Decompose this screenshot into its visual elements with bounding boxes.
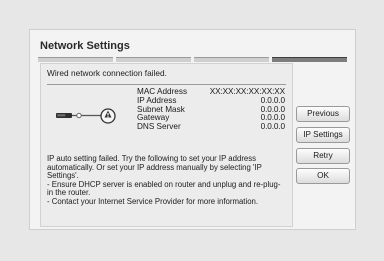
info-row-dns: DNS Server 0.0.0.0: [137, 122, 285, 132]
status-panel: Wired network connection failed. MAC Add…: [40, 63, 293, 227]
progress-step-2: [116, 57, 191, 62]
step-progress: [38, 57, 347, 62]
status-divider: [47, 84, 286, 85]
action-buttons: Previous IP Settings Retry OK: [296, 106, 350, 189]
ok-button[interactable]: OK: [296, 168, 350, 185]
help-line-3: - Contact your Internet Service Provider…: [47, 196, 259, 206]
progress-step-3: [194, 57, 269, 62]
retry-button[interactable]: Retry: [296, 147, 350, 164]
status-text: Wired network connection failed.: [47, 68, 167, 78]
help-line-2: - Ensure DHCP server is enabled on route…: [47, 179, 281, 198]
progress-step-4: [272, 57, 347, 62]
previous-button[interactable]: Previous: [296, 106, 350, 122]
help-message: IP auto setting failed. Try the followin…: [47, 154, 285, 207]
network-failure-icon: [56, 108, 116, 124]
screen: Network Settings Wired network connectio…: [0, 0, 384, 261]
info-value-dns: 0.0.0.0: [260, 122, 285, 132]
connection-info-list: MAC Address XX:XX:XX:XX:XX:XX IP Address…: [137, 87, 285, 132]
progress-step-1: [38, 57, 113, 62]
info-label-dns: DNS Server: [137, 122, 181, 132]
network-settings-dialog: Network Settings Wired network connectio…: [29, 29, 356, 230]
ip-settings-button[interactable]: IP Settings: [296, 126, 350, 143]
dialog-title: Network Settings: [40, 40, 130, 52]
help-line-1: IP auto setting failed. Try the followin…: [47, 154, 262, 181]
